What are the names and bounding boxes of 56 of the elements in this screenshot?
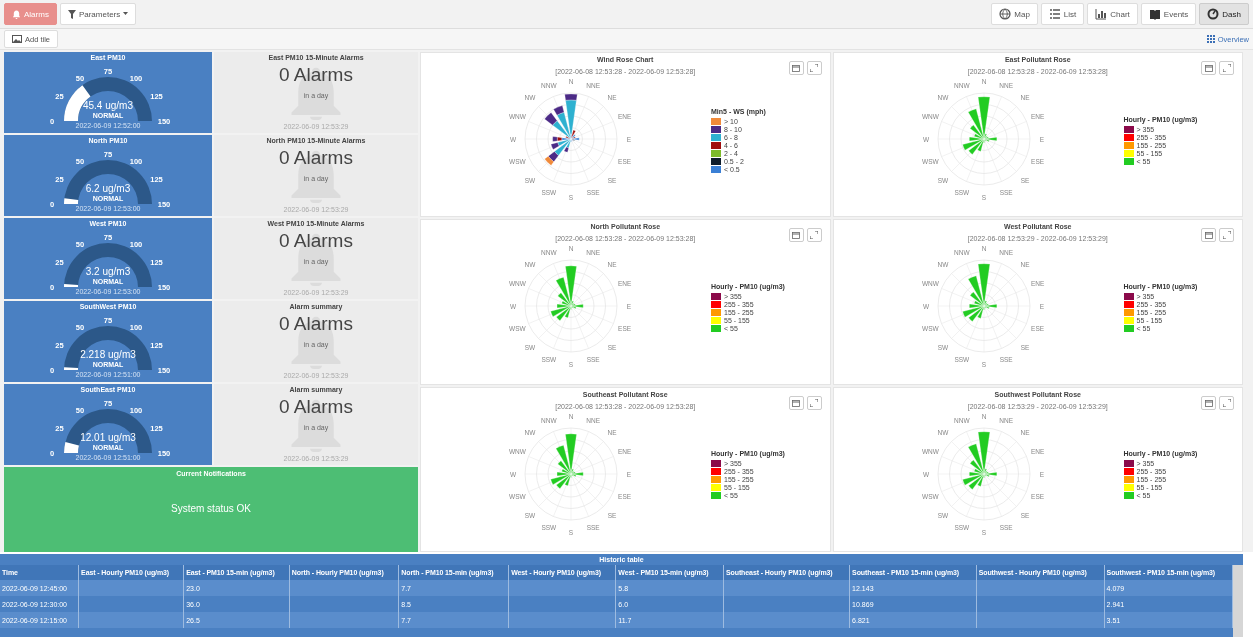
book-icon — [1148, 8, 1161, 20]
list-icon — [1048, 8, 1061, 20]
gauge-fill — [64, 442, 79, 453]
globe-icon — [999, 8, 1012, 20]
nav-tab[interactable]: Chart — [1087, 3, 1138, 25]
alarm-count: 0 Alarms — [279, 396, 353, 418]
calendar-icon — [1204, 64, 1213, 72]
gauge-fill — [64, 284, 79, 287]
alarm-count: 0 Alarms — [279, 147, 353, 169]
calendar-button[interactable] — [1201, 395, 1216, 410]
calendar-icon — [792, 231, 800, 240]
status-message: System status OK — [171, 503, 251, 514]
gauge-fill — [64, 198, 79, 204]
alarm-count: 0 Alarms — [279, 64, 353, 86]
gauge-value: 2.218 ug/m3 — [80, 349, 136, 360]
alarm-count: 0 Alarms — [279, 230, 353, 252]
nav-tab[interactable]: List — [1040, 3, 1085, 25]
expand-button[interactable] — [806, 395, 822, 410]
calendar-button[interactable] — [1201, 61, 1216, 75]
gauge-value: 45.4 ug/m3 — [83, 100, 133, 111]
expand-icon — [810, 398, 818, 407]
nav-tab[interactable]: Map — [991, 3, 1038, 25]
expand-icon — [1222, 231, 1231, 240]
expand-icon — [810, 231, 818, 240]
calendar-button[interactable] — [788, 61, 804, 75]
expand-icon — [1222, 64, 1231, 72]
gauge-fill — [64, 367, 79, 370]
gauge-value: 6.2 ug/m3 — [85, 183, 131, 194]
calendar-button[interactable] — [788, 228, 804, 243]
expand-button[interactable] — [1219, 395, 1234, 410]
expand-icon — [1222, 398, 1231, 407]
calendar-icon — [792, 64, 800, 72]
calendar-icon — [1204, 398, 1213, 407]
calendar-button[interactable] — [788, 395, 804, 410]
caret-icon — [123, 12, 129, 16]
expand-icon — [810, 64, 818, 72]
calendar-icon — [1204, 231, 1213, 240]
gauge-value: 3.2 ug/m3 — [85, 266, 131, 277]
expand-button[interactable] — [1219, 61, 1234, 75]
scrollbar — [1233, 565, 1243, 637]
filter-icon — [67, 9, 76, 19]
nav-tab[interactable]: Dash — [1199, 3, 1249, 25]
nav-tab[interactable]: Events — [1140, 3, 1197, 25]
gauge-value: 12.01 ug/m3 — [80, 432, 136, 443]
calendar-icon — [792, 398, 800, 407]
alarm-count: 0 Alarms — [279, 313, 353, 335]
parameters-dropdown[interactable]: Parameters — [59, 3, 137, 25]
expand-button[interactable] — [806, 228, 822, 243]
calendar-button[interactable] — [1201, 228, 1216, 243]
bar-chart-icon — [1095, 8, 1108, 20]
grid-icon — [1206, 35, 1215, 43]
gauge-icon — [1207, 8, 1220, 20]
image-icon — [12, 35, 22, 43]
bell-icon — [12, 9, 21, 19]
expand-button[interactable] — [806, 61, 822, 75]
expand-button[interactable] — [1219, 228, 1234, 243]
